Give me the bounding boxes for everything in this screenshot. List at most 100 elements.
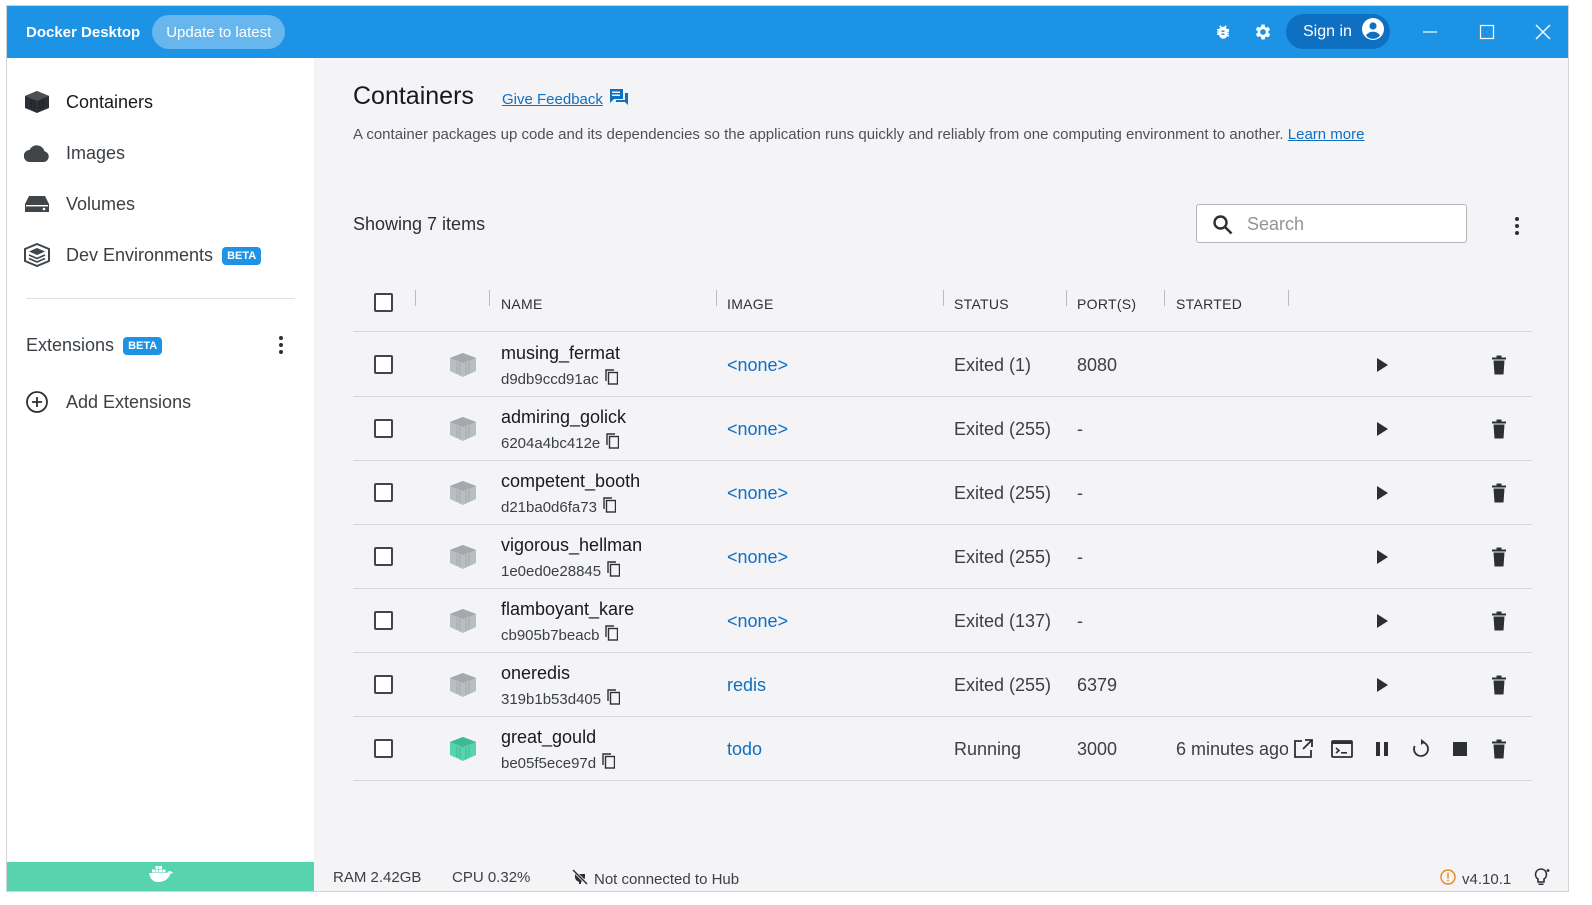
bug-icon[interactable] [1211, 20, 1235, 44]
container-name[interactable]: great_gould [501, 727, 596, 748]
copy-icon[interactable] [606, 433, 620, 453]
row-checkbox[interactable] [374, 611, 393, 630]
column-header-started[interactable]: STARTED [1176, 296, 1242, 312]
sidebar-item-extensions[interactable]: Extensions BETA [7, 323, 314, 367]
page-description: A container packages up code and its dep… [353, 126, 1364, 143]
row-checkbox[interactable] [374, 355, 393, 374]
select-all-checkbox[interactable] [374, 293, 393, 312]
gear-icon[interactable] [1251, 20, 1275, 44]
image-link[interactable]: redis [727, 675, 766, 696]
delete-icon[interactable] [1487, 545, 1511, 569]
search-input[interactable] [1247, 213, 1447, 235]
delete-icon[interactable] [1487, 673, 1511, 697]
start-icon[interactable] [1370, 609, 1394, 633]
start-icon[interactable] [1370, 673, 1394, 697]
image-link[interactable]: <none> [727, 355, 788, 376]
give-feedback-link[interactable]: Give Feedback [502, 88, 629, 110]
column-header-ports[interactable]: PORT(S) [1077, 296, 1136, 312]
version-info[interactable]: v4.10.1 [1440, 869, 1511, 889]
delete-icon[interactable] [1487, 353, 1511, 377]
container-name[interactable]: competent_booth [501, 471, 640, 492]
copy-icon[interactable] [604, 369, 618, 389]
delete-icon[interactable] [1487, 417, 1511, 441]
start-icon[interactable] [1370, 417, 1394, 441]
status-text: Exited (255) [954, 419, 1052, 439]
container-name[interactable]: oneredis [501, 663, 570, 684]
copy-icon[interactable] [603, 497, 617, 517]
container-name[interactable]: vigorous_hellman [501, 535, 642, 556]
image-link[interactable]: <none> [727, 483, 788, 504]
delete-icon[interactable] [1487, 609, 1511, 633]
sidebar-item-label: Containers [66, 91, 154, 112]
learn-more-link[interactable]: Learn more [1288, 126, 1365, 143]
more-options-icon[interactable] [1507, 214, 1527, 238]
port-text: - [1077, 547, 1083, 567]
container-id-text: cb905b7beacb [501, 626, 600, 644]
pause-icon[interactable] [1370, 737, 1394, 761]
row-checkbox[interactable] [374, 419, 393, 438]
copy-icon[interactable] [602, 753, 616, 773]
image-link[interactable]: <none> [727, 547, 788, 568]
sidebar-item-dev-environments[interactable]: Dev Environments BETA [7, 233, 314, 277]
status-text: Running [954, 739, 1022, 759]
status-bar: RAM 2.42GB CPU 0.32% Not connected to Hu… [7, 862, 1568, 891]
maximize-icon[interactable] [1469, 14, 1505, 50]
engine-status[interactable] [7, 862, 314, 891]
open-browser-icon[interactable] [1291, 737, 1315, 761]
container-stopped-icon [449, 416, 477, 442]
sidebar-item-containers[interactable]: Containers [7, 80, 314, 124]
close-icon[interactable] [1525, 14, 1561, 50]
container-name[interactable]: admiring_golick [501, 407, 626, 428]
sidebar-item-volumes[interactable]: Volumes [7, 182, 314, 226]
container-id-text: d9db9ccd91ac [501, 370, 599, 388]
started-text: 6 minutes ago [1176, 739, 1288, 759]
sidebar-item-label: Add Extensions [66, 391, 192, 412]
start-icon[interactable] [1370, 481, 1394, 505]
status-text: Exited (255) [954, 483, 1052, 503]
container-name[interactable]: flamboyant_kare [501, 599, 634, 620]
column-separator [1066, 290, 1067, 306]
table-row: competent_booth d21ba0d6fa73 <none> Exited … [353, 461, 1532, 525]
row-checkbox[interactable] [374, 483, 393, 502]
delete-icon[interactable] [1487, 481, 1511, 505]
container-name[interactable]: musing_fermat [501, 343, 620, 364]
row-checkbox[interactable] [374, 675, 393, 694]
minimize-icon[interactable] [1412, 14, 1448, 50]
column-separator [943, 290, 944, 306]
column-header-name[interactable]: NAME [501, 296, 543, 312]
cpu-usage: CPU 0.32% [452, 869, 531, 886]
hub-status-label: Not connected to Hub [594, 870, 740, 888]
container-stopped-icon [449, 608, 477, 634]
sidebar-item-add-extensions[interactable]: Add Extensions [7, 380, 314, 424]
extensions-more-icon[interactable] [271, 333, 291, 357]
column-header-image[interactable]: IMAGE [727, 296, 774, 312]
port-text[interactable]: 6379 [1077, 675, 1117, 696]
start-icon[interactable] [1370, 545, 1394, 569]
row-checkbox[interactable] [374, 739, 393, 758]
search-box[interactable] [1196, 204, 1467, 243]
container-stopped-icon [449, 544, 477, 570]
row-checkbox[interactable] [374, 547, 393, 566]
delete-icon[interactable] [1487, 737, 1511, 761]
sign-in-button[interactable]: Sign in [1286, 14, 1390, 49]
port-text[interactable]: 3000 [1077, 739, 1117, 760]
column-header-status[interactable]: STATUS [954, 296, 1009, 312]
cli-icon[interactable] [1330, 737, 1354, 761]
update-button[interactable]: Update to latest [152, 15, 286, 49]
start-icon[interactable] [1370, 353, 1394, 377]
table-row: great_gould be05f5ece97d todo Running 3000 6 … [353, 717, 1532, 781]
lightbulb-icon[interactable] [1532, 867, 1552, 887]
restart-icon[interactable] [1409, 737, 1433, 761]
image-link[interactable]: todo [727, 739, 762, 760]
image-link[interactable]: <none> [727, 611, 788, 632]
stop-icon[interactable] [1448, 737, 1472, 761]
title-bar: Docker Desktop Update to latest Sign in [7, 6, 1568, 58]
copy-icon[interactable] [607, 689, 621, 709]
copy-icon[interactable] [605, 625, 619, 645]
plug-off-icon [571, 868, 589, 889]
port-text[interactable]: 8080 [1077, 355, 1117, 376]
sidebar-item-images[interactable]: Images [7, 131, 314, 175]
image-link[interactable]: <none> [727, 419, 788, 440]
port-text: - [1077, 419, 1083, 439]
copy-icon[interactable] [607, 561, 621, 581]
